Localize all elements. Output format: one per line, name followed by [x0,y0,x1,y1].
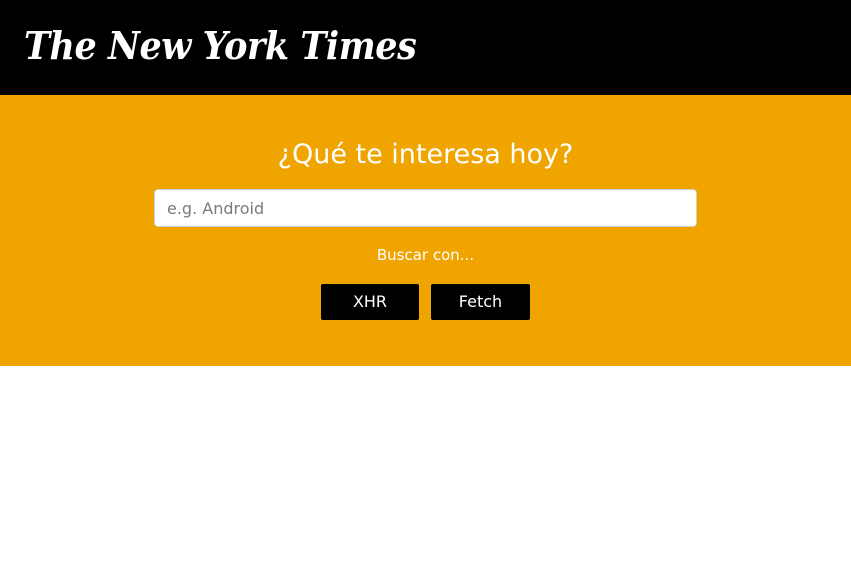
results-area [0,366,851,588]
nyt-logo[interactable]: The New York Times [24,22,417,70]
search-input[interactable] [154,189,697,227]
xhr-search-button[interactable]: XHR [321,284,419,320]
page-title: ¿Qué te interesa hoy? [277,139,574,170]
search-hero: ¿Qué te interesa hoy? Buscar con... XHR … [0,95,851,366]
search-with-label: Buscar con... [376,246,475,264]
fetch-search-button[interactable]: Fetch [431,284,530,320]
top-header: The New York Times [0,0,851,95]
